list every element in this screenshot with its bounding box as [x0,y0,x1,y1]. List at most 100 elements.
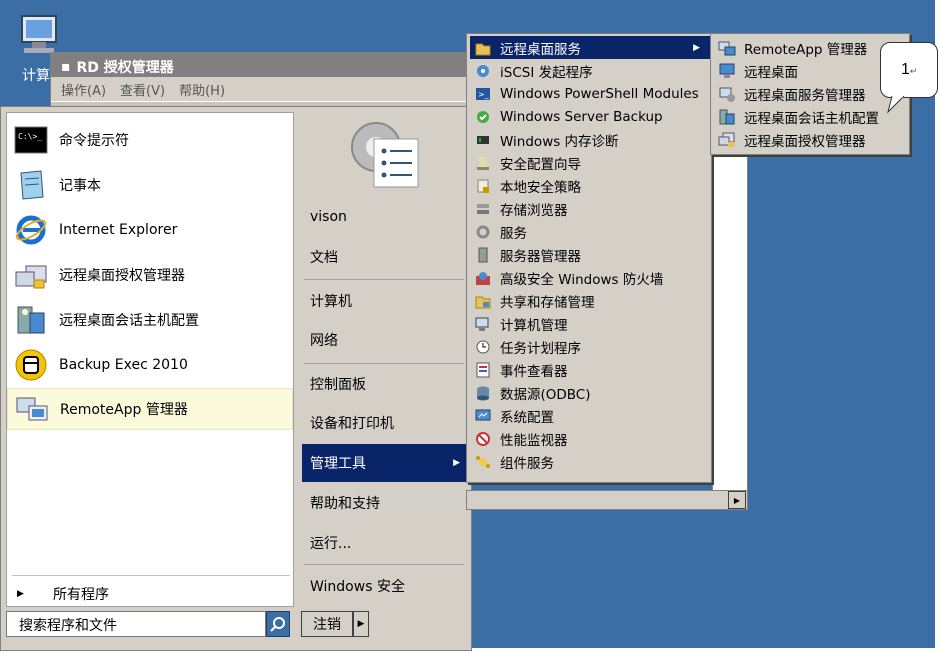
admin-item-task-scheduler[interactable]: 任务计划程序 [470,335,710,358]
admin-tools-menu: 远程桌面服务 ▶ iSCSI 发起程序 >_ Windows PowerShell … [466,33,712,483]
callout-digit: 1 [901,61,910,78]
window-title: RD 授权管理器 [76,59,174,76]
event-viewer-icon [474,361,492,379]
pinned-label: Internet Explorer [59,222,178,238]
admin-item-label: 组件服务 [500,455,554,472]
right-item-label: Windows 安全 [310,579,405,595]
right-item-label: 设备和打印机 [310,416,394,432]
user-name: vison [310,209,347,225]
right-item-windows-security[interactable]: Windows 安全 [302,567,468,605]
right-divider [304,564,464,565]
pinned-label: 远程桌面会话主机配置 [59,313,199,329]
backup-icon [474,108,492,126]
iscsi-icon [474,62,492,80]
admin-item-iscsi[interactable]: iSCSI 发起程序 [470,59,710,82]
right-item-devices-printers[interactable]: 设备和打印机 [302,404,468,442]
submenu-arrow-icon: ▶ [453,458,460,468]
admin-item-event-viewer[interactable]: 事件查看器 [470,358,710,381]
admin-item-rds[interactable]: 远程桌面服务 ▶ [470,36,710,59]
admin-item-services[interactable]: 服务 [470,220,710,243]
left-pane-divider [12,575,290,576]
right-item-run[interactable]: 运行... [302,524,468,562]
pinned-label: 远程桌面授权管理器 [59,268,185,284]
right-item-control-panel[interactable]: 控制面板 [302,365,468,403]
pinned-rd-license[interactable]: 远程桌面授权管理器 [7,254,293,296]
admin-item-memory-diag[interactable]: Windows 内存诊断 [470,128,710,151]
right-item-user[interactable]: vison [302,198,468,236]
scroll-right-button[interactable]: ▶ [728,491,746,509]
admin-item-label: Windows Server Backup [500,108,663,125]
start-menu: C:\>_ 命令提示符 记事本 Internet Explorer 远程桌面授权… [0,106,472,651]
admin-item-firewall[interactable]: 高级安全 Windows 防火墙 [470,266,710,289]
clock-icon [474,338,492,356]
search-input[interactable]: 搜索程序和文件 [6,611,266,637]
admin-item-share-storage[interactable]: 共享和存储管理 [470,289,710,312]
rds-item-label: 远程桌面授权管理器 [744,133,866,150]
logout-options-button[interactable]: ▶ [353,611,369,637]
admin-item-perf-monitor[interactable]: 性能监视器 [470,427,710,450]
right-divider [304,363,464,364]
admin-item-server-backup[interactable]: Windows Server Backup [470,105,710,128]
menu-action[interactable]: 操作(A) [61,80,106,101]
window-behind-menu [712,150,748,510]
admin-item-powershell[interactable]: >_ Windows PowerShell Modules [470,82,710,105]
admin-item-local-security[interactable]: 本地安全策略 [470,174,710,197]
rd-license-manager-window[interactable]: ▪ RD 授权管理器 操作(A) 查看(V) 帮助(H) [50,52,470,112]
admin-item-server-manager[interactable]: 服务器管理器 [470,243,710,266]
computer-management-icon [474,315,492,333]
pinned-remoteapp[interactable]: RemoteApp 管理器 [7,388,293,430]
admin-item-storage-explorer[interactable]: 存储浏览器 [470,197,710,220]
right-item-help-support[interactable]: 帮助和支持 [302,484,468,522]
rds-item-license-manager[interactable]: 远程桌面授权管理器 [714,128,908,151]
backup-exec-icon [13,347,49,383]
window-menubar: 操作(A) 查看(V) 帮助(H) [51,77,469,101]
pinned-label: 记事本 [59,178,101,194]
rds-item-rds-manager[interactable]: 远程桌面服务管理器 [714,82,908,105]
window-titlebar: ▪ RD 授权管理器 [51,53,469,77]
right-item-computer[interactable]: 计算机 [302,282,468,320]
admin-item-security-wizard[interactable]: 安全配置向导 [470,151,710,174]
rd-session-config-icon [13,302,49,338]
admin-item-computer-management[interactable]: 计算机管理 [470,312,710,335]
admin-item-system-config[interactable]: 系统配置 [470,404,710,427]
logout-button[interactable]: 注销 [301,611,353,637]
menu-help[interactable]: 帮助(H) [179,80,225,101]
pinned-backup-exec[interactable]: Backup Exec 2010 [7,344,293,386]
rds-item-remoteapp[interactable]: RemoteApp 管理器 [714,36,908,59]
horizontal-scrollbar[interactable] [466,490,748,510]
right-item-admin-tools[interactable]: 管理工具 ▶ [302,444,468,482]
rds-item-session-host-config[interactable]: 远程桌面会话主机配置 [714,105,908,128]
ie-icon [13,212,49,248]
desktop-icon-label: 计算 [22,68,50,84]
right-item-label: 计算机 [310,294,352,310]
storage-icon [474,200,492,218]
pinned-ie[interactable]: Internet Explorer [7,209,293,251]
right-item-label: 管理工具 [310,456,366,472]
rds-item-remote-desktop[interactable]: 远程桌面 [714,59,908,82]
right-item-documents[interactable]: 文档 [302,238,468,276]
search-button[interactable] [266,611,290,637]
pinned-notepad[interactable]: 记事本 [7,164,293,206]
right-item-network[interactable]: 网络 [302,321,468,359]
pinned-cmd[interactable]: C:\>_ 命令提示符 [7,119,293,161]
database-icon [474,384,492,402]
notepad-icon [13,167,49,203]
rds-item-label: 远程桌面服务管理器 [744,87,866,104]
all-programs-button[interactable]: ▶ 所有程序 [7,579,293,609]
admin-item-label: 远程桌面服务 [500,41,581,58]
rd-session-config-icon [718,108,736,126]
admin-item-label: Windows 内存诊断 [500,133,619,150]
admin-item-label: Windows PowerShell Modules [500,85,699,102]
menu-view[interactable]: 查看(V) [120,80,165,101]
pinned-label: Backup Exec 2010 [59,357,188,373]
admin-item-odbc[interactable]: 数据源(ODBC) [470,381,710,404]
admin-item-label: 计算机管理 [500,317,568,334]
admin-item-component-services[interactable]: 组件服务 [470,450,710,473]
triangle-right-icon: ▶ [733,495,741,505]
pinned-label: RemoteApp 管理器 [60,402,188,418]
admin-item-label: 数据源(ODBC) [500,386,591,403]
pinned-rd-session-config[interactable]: 远程桌面会话主机配置 [7,299,293,341]
rds-item-label: 远程桌面 [744,64,798,81]
pinned-label: 命令提示符 [59,133,129,149]
callout-box: 1↵ [880,42,938,98]
